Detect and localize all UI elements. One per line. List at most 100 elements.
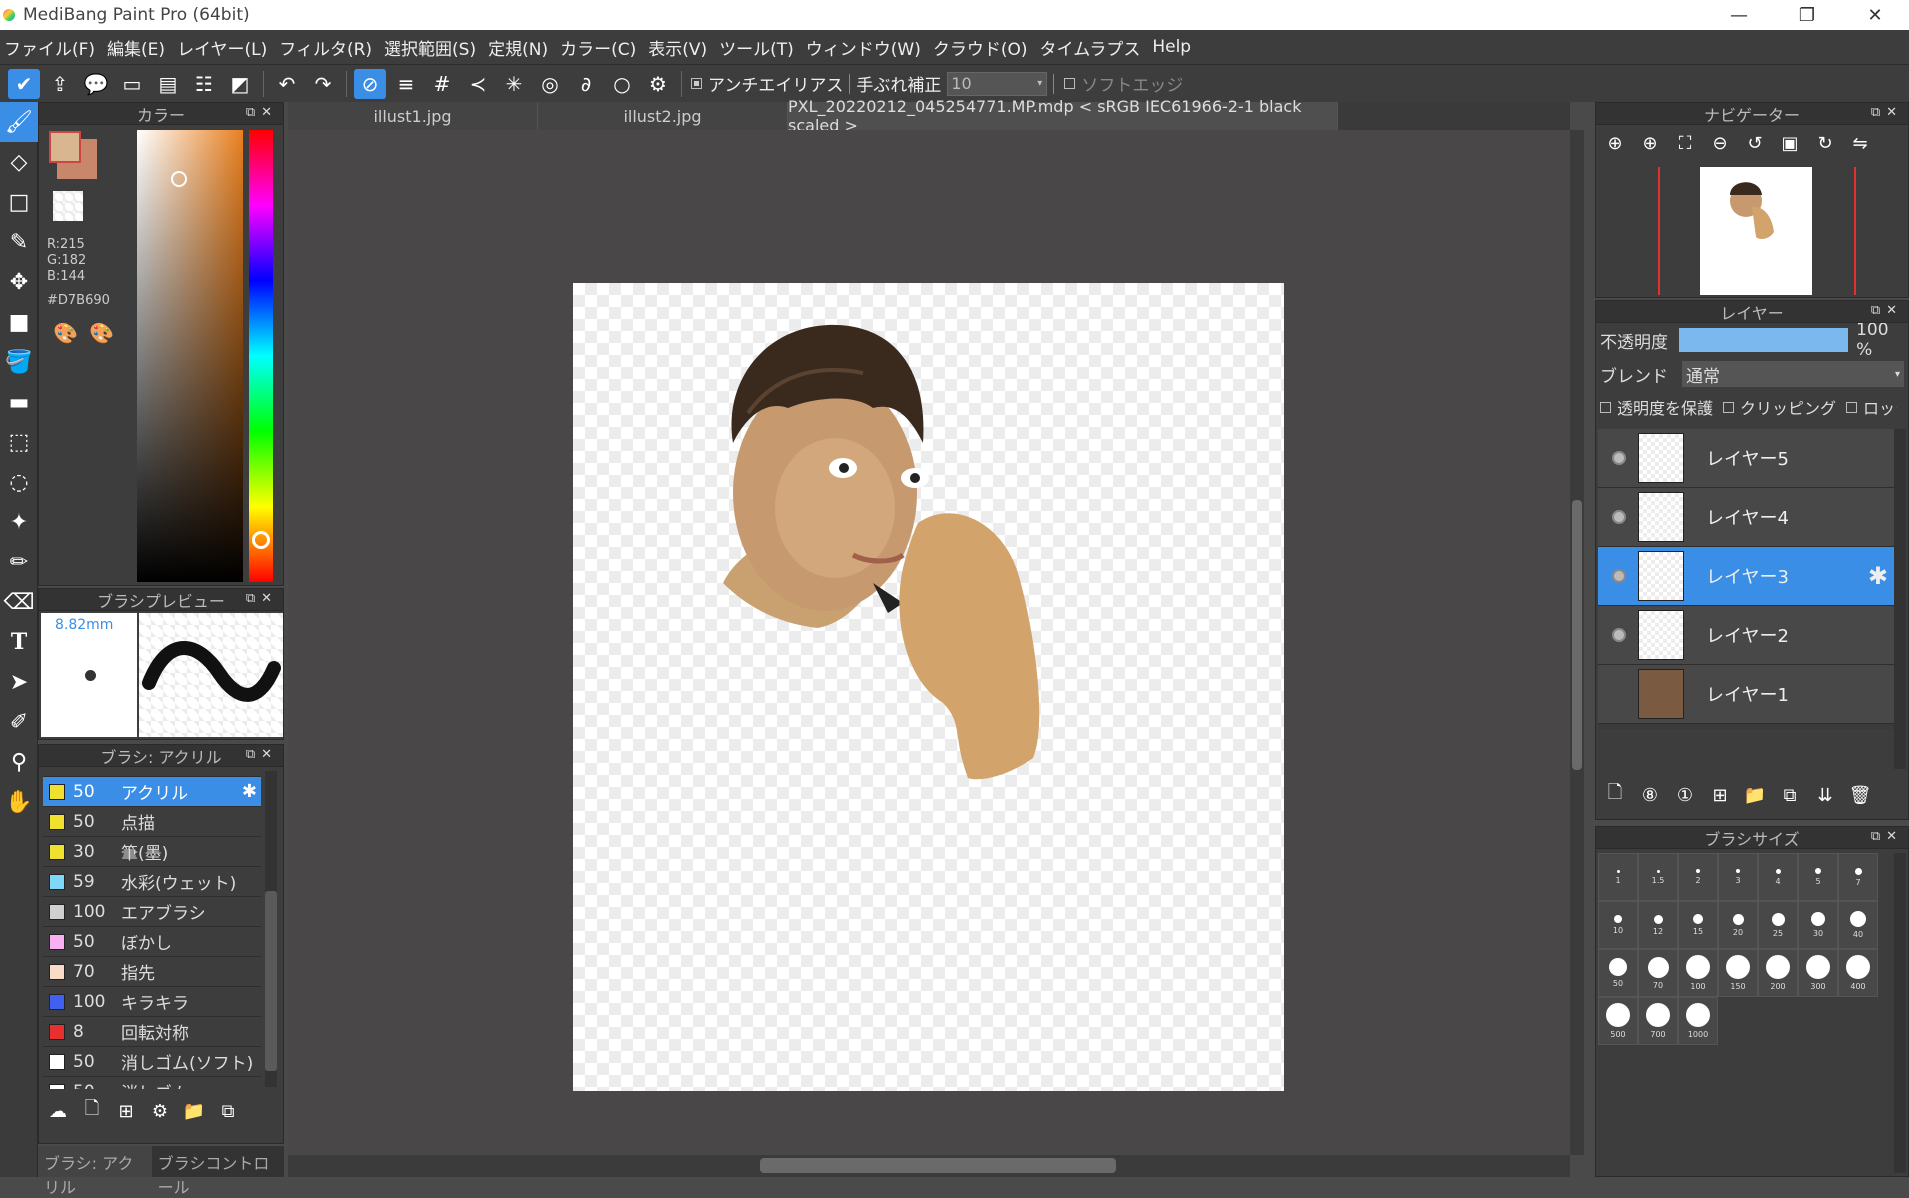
- primary-color-swatch[interactable]: [49, 131, 81, 163]
- hue-slider[interactable]: [249, 130, 273, 582]
- menu-ruler[interactable]: 定規(N): [484, 35, 556, 60]
- brush-size-option[interactable]: 1: [1598, 853, 1638, 901]
- new-brush-icon[interactable]: 🗋: [77, 1097, 107, 1125]
- soft-edge-checkbox[interactable]: [1064, 78, 1076, 89]
- drawing-canvas[interactable]: [573, 283, 1284, 1091]
- lasso-tool-icon[interactable]: ◌: [0, 462, 38, 502]
- layer-visibility-toggle[interactable]: [1612, 687, 1626, 701]
- rotate-left-icon[interactable]: ↺: [1740, 129, 1770, 157]
- add-layer-menu-icon[interactable]: ⊞: [1705, 781, 1735, 809]
- canvas-horizontal-scrollbar[interactable]: [288, 1155, 1570, 1177]
- brush-list-scrollbar[interactable]: [265, 771, 277, 1087]
- brush-tool-icon[interactable]: 🖌: [0, 102, 38, 142]
- menu-help[interactable]: Help: [1148, 37, 1199, 57]
- brush-item-sparkle[interactable]: 100 キラキラ: [43, 987, 261, 1017]
- brush-settings-icon[interactable]: ⚙: [145, 1097, 175, 1125]
- brush-item-eraser[interactable]: 50消しゴム: [43, 1077, 261, 1089]
- layer-visibility-toggle[interactable]: [1612, 628, 1626, 642]
- brush-size-option[interactable]: 5: [1798, 853, 1838, 901]
- menu-layer[interactable]: レイヤー(L): [173, 35, 275, 60]
- menu-select[interactable]: 選択範囲(S): [380, 35, 484, 60]
- brush-item-ink[interactable]: 30 筆(墨): [43, 837, 261, 867]
- navigator-thumbnail[interactable]: [1700, 167, 1812, 295]
- tab-illust2[interactable]: illust2.jpg: [538, 102, 788, 130]
- brush-size-option[interactable]: 15: [1678, 901, 1718, 949]
- brush-item-blur[interactable]: 50 ぼかし: [43, 927, 261, 957]
- layer-row-2[interactable]: レイヤー2: [1598, 606, 1894, 665]
- brush-size-option[interactable]: 25: [1758, 901, 1798, 949]
- canvas-vertical-scrollbar[interactable]: [1570, 130, 1584, 1155]
- perspective-snap-icon[interactable]: ≺: [462, 69, 494, 99]
- menu-edit[interactable]: 編集(E): [103, 35, 173, 60]
- new-8bit-layer-icon[interactable]: ⑧: [1635, 781, 1665, 809]
- panel-float-close-icon[interactable]: ⧉✕: [246, 747, 278, 762]
- stabilizer-select[interactable]: 10 ▾: [947, 71, 1048, 96]
- brush-folder-icon[interactable]: 📁: [179, 1097, 209, 1125]
- layer-settings-gear-icon[interactable]: ✱: [1868, 562, 1888, 590]
- zoom-in-icon[interactable]: ⊕: [1600, 129, 1630, 157]
- menu-file[interactable]: ファイル(F): [0, 35, 103, 60]
- brush-size-option[interactable]: 20: [1718, 901, 1758, 949]
- delete-layer-icon[interactable]: 🗑: [1845, 781, 1875, 809]
- tab-illust1[interactable]: illust1.jpg: [288, 102, 538, 130]
- merge-layer-icon[interactable]: ⇊: [1810, 781, 1840, 809]
- maximize-button[interactable]: ❐: [1773, 0, 1841, 30]
- brush-size-option[interactable]: 7: [1838, 853, 1878, 901]
- tab-current-document[interactable]: PXL_20220212_045254771.MP.mdp < sRGB IEC…: [788, 97, 1338, 135]
- cloud-check-icon[interactable]: ✔: [8, 68, 40, 99]
- brush-size-option[interactable]: 50: [1598, 949, 1638, 997]
- clipping-checkbox[interactable]: [1723, 401, 1735, 413]
- layer-visibility-toggle[interactable]: [1612, 569, 1626, 583]
- layer-row-3[interactable]: レイヤー3 ✱: [1598, 547, 1894, 606]
- new-1bit-layer-icon[interactable]: ①: [1670, 781, 1700, 809]
- menu-filter[interactable]: フィルタ(R): [275, 35, 380, 60]
- snap-off-icon[interactable]: ⊘: [354, 68, 386, 99]
- brush-item-watercolor[interactable]: 59 水彩(ウェット): [43, 867, 261, 897]
- brush-size-option[interactable]: 100: [1678, 949, 1718, 997]
- menu-color[interactable]: カラー(C): [556, 35, 644, 60]
- page-icon[interactable]: ▤: [152, 69, 184, 99]
- export-icon[interactable]: ⇪: [44, 69, 76, 99]
- eyedropper-tool-icon[interactable]: ⚲: [0, 742, 38, 782]
- divide-tool-icon[interactable]: ✐: [0, 702, 38, 742]
- brush-size-option[interactable]: 12: [1638, 901, 1678, 949]
- rotate-right-icon[interactable]: ↻: [1810, 129, 1840, 157]
- dot-brush-tool-icon[interactable]: ✎: [0, 222, 38, 262]
- hue-slider-handle[interactable]: [252, 531, 270, 549]
- brush-size-option[interactable]: 200: [1758, 949, 1798, 997]
- actual-size-icon[interactable]: ▣: [1775, 129, 1805, 157]
- snap-settings-icon[interactable]: ⚙: [642, 69, 674, 99]
- menu-timelapse[interactable]: タイムラプス: [1036, 35, 1149, 60]
- brush-size-option[interactable]: 4: [1758, 853, 1798, 901]
- radial-snap-icon[interactable]: ✳: [498, 69, 530, 99]
- layer-list-scrollbar[interactable]: [1894, 429, 1906, 769]
- blend-select[interactable]: 通常 ▾: [1682, 361, 1904, 387]
- menu-view[interactable]: 表示(V): [644, 35, 715, 60]
- close-button[interactable]: ✕: [1841, 0, 1909, 30]
- eraser-tool-icon[interactable]: ◇: [0, 142, 38, 182]
- select-tool-icon[interactable]: ⬚: [0, 422, 38, 462]
- brush-item-acrylic[interactable]: 50 アクリル ✱: [43, 777, 261, 807]
- protect-alpha-checkbox[interactable]: [1600, 401, 1611, 413]
- brush-size-option[interactable]: 300: [1798, 949, 1838, 997]
- tab-brush-acrylic[interactable]: ブラシ: アクリル: [38, 1146, 152, 1197]
- move-tool-icon[interactable]: ✥: [0, 262, 38, 302]
- panel-float-close-icon[interactable]: ⧉✕: [1871, 829, 1903, 844]
- fit-screen-icon[interactable]: ⛶: [1670, 129, 1700, 157]
- brush-size-option[interactable]: 1000: [1678, 997, 1718, 1045]
- layer-visibility-toggle[interactable]: [1612, 451, 1626, 465]
- brush-size-option[interactable]: 30: [1798, 901, 1838, 949]
- brush-size-option[interactable]: 70: [1638, 949, 1678, 997]
- select-eraser-tool-icon[interactable]: ⌫: [0, 582, 38, 622]
- select-pen-tool-icon[interactable]: ✏: [0, 542, 38, 582]
- gear-icon[interactable]: ✱: [242, 781, 257, 802]
- curve-snap-icon[interactable]: ∂: [570, 69, 602, 99]
- brush-size-option[interactable]: 400: [1838, 949, 1878, 997]
- concentric-snap-icon[interactable]: ◎: [534, 69, 566, 99]
- antialias-checkbox[interactable]: [691, 78, 702, 89]
- palette-icon[interactable]: 🎨: [53, 321, 78, 345]
- hand-tool-icon[interactable]: ✋: [0, 782, 38, 822]
- undo-icon[interactable]: ↶: [271, 69, 303, 99]
- rectangle-tool-icon[interactable]: □: [0, 182, 38, 222]
- panel-float-close-icon[interactable]: ⧉✕: [1871, 105, 1903, 120]
